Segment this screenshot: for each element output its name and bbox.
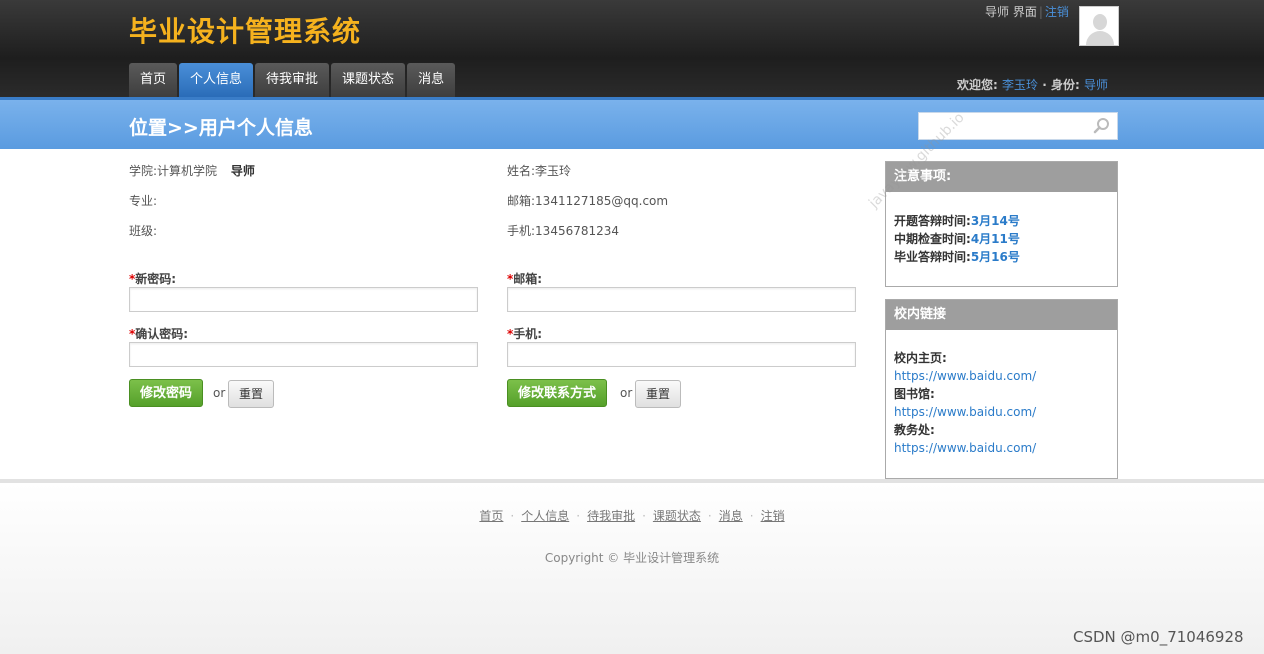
tab-topic-status[interactable]: 课题状态 — [331, 63, 406, 97]
role-area-label: 导师 界面 — [985, 5, 1037, 19]
divider: | — [1038, 5, 1043, 19]
notice-item-label: 中期检查时间: — [894, 232, 971, 246]
page-title: 位置>>用户个人信息 — [129, 117, 313, 139]
link-label: 校内主页: — [894, 351, 947, 365]
avatar-head-shape — [1093, 14, 1107, 30]
top-links: 导师 界面 | 注销 — [985, 3, 1069, 20]
major-info: 专业: — [129, 194, 158, 208]
location-bar: 位置>>用户个人信息 — [0, 97, 1264, 149]
notice-item-label: 毕业答辩时间: — [894, 250, 971, 264]
footer-link-home[interactable]: 首页 — [479, 509, 503, 523]
footer-separator: · — [642, 509, 646, 523]
or-text: or — [620, 386, 633, 400]
confirm-password-field[interactable] — [129, 342, 478, 367]
reset-password-button[interactable]: 重置 — [228, 380, 274, 408]
change-contact-button[interactable]: 修改联系方式 — [507, 379, 608, 407]
footer-separator: · — [510, 509, 515, 523]
avatar-body-shape — [1086, 31, 1114, 45]
tab-personal-info[interactable]: 个人信息 — [179, 63, 254, 97]
search-icon[interactable] — [1093, 117, 1111, 135]
role-value: 导师 — [230, 164, 255, 178]
email-label-text: 邮箱: — [513, 272, 543, 286]
notice-item-value: 3月14号 — [970, 214, 1020, 228]
confirm-password-label: *确认密码: — [129, 325, 188, 342]
logout-link[interactable]: 注销 — [1045, 5, 1069, 19]
notice-item-value: 5月16号 — [970, 250, 1020, 264]
email-field[interactable] — [507, 287, 856, 312]
new-password-label: *新密码: — [129, 270, 176, 287]
identity-value[interactable]: 导师 — [1084, 78, 1108, 92]
link-url[interactable]: https://www.baidu.com/ — [886, 367, 1117, 385]
campus-links-box: 校内链接 校内主页: https://www.baidu.com/ 图书馆: h… — [885, 299, 1118, 479]
email-label: *邮箱: — [507, 270, 542, 287]
notice-item-value: 4月11号 — [970, 232, 1020, 246]
footer-link-topic-status[interactable]: 课题状态 — [653, 509, 701, 523]
college-info: 学院:计算机学院 导师 — [129, 162, 255, 179]
link-label: 教务处: — [894, 423, 935, 437]
phone-info: 手机:13456781234 — [507, 224, 620, 238]
change-password-button[interactable]: 修改密码 — [129, 379, 204, 407]
tab-pending-approval[interactable]: 待我审批 — [255, 63, 330, 97]
app-title: 毕业设计管理系统 — [129, 15, 362, 48]
email-info: 邮箱:1341127185@qq.com — [507, 194, 669, 208]
csdn-tag: CSDN @m0_71046928 — [1073, 628, 1244, 646]
footer-link-messages[interactable]: 消息 — [719, 509, 743, 523]
welcome-bar: 欢迎您: 李玉玲 · 身份: 导师 — [957, 76, 1108, 93]
header: 毕业设计管理系统 导师 界面 | 注销 欢迎您: 李玉玲 · 身份: 导师 首页 个… — [0, 0, 1264, 97]
new-password-label-text: 新密码: — [135, 272, 177, 286]
footer-separator: · — [707, 509, 712, 523]
footer-separator: · — [576, 509, 581, 523]
tab-home[interactable]: 首页 — [129, 63, 178, 97]
class-info: 班级: — [129, 224, 158, 238]
college-value: 学院:计算机学院 — [129, 164, 218, 178]
new-password-field[interactable] — [129, 287, 478, 312]
identity-label: · 身份: — [1042, 78, 1080, 92]
or-text: or — [213, 386, 226, 400]
footer-link-pending-approval[interactable]: 待我审批 — [587, 509, 635, 523]
campus-links-heading: 校内链接 — [886, 300, 1117, 330]
confirm-password-label-text: 确认密码: — [135, 327, 189, 341]
welcome-label: 欢迎您: — [957, 78, 998, 92]
reset-contact-button[interactable]: 重置 — [635, 380, 681, 408]
tab-messages[interactable]: 消息 — [407, 63, 456, 97]
user-name[interactable]: 李玉玲 — [1002, 78, 1038, 92]
notice-item-label: 开题答辩时间: — [894, 214, 971, 228]
phone-field[interactable] — [507, 342, 856, 367]
notice-box: 注意事项: 开题答辩时间:3月14号 中期检查时间:4月11号 毕业答辩时间:5… — [885, 161, 1118, 287]
notice-item: 中期检查时间:4月11号 — [886, 230, 1117, 248]
name-info: 姓名:李玉玲 — [507, 164, 572, 178]
notice-item: 毕业答辩时间:5月16号 — [886, 248, 1117, 266]
notice-item: 开题答辩时间:3月14号 — [886, 212, 1117, 230]
footer-link-personal-info[interactable]: 个人信息 — [521, 509, 569, 523]
copyright: Copyright © 毕业设计管理系统 — [544, 551, 720, 565]
avatar[interactable] — [1079, 6, 1119, 46]
link-label: 图书馆: — [894, 387, 935, 401]
footer-nav: 首页 · 个人信息 · 待我审批 · 课题状态 · 消息 · 注销 — [0, 507, 1264, 524]
phone-label: *手机: — [507, 325, 542, 342]
footer-link-logout[interactable]: 注销 — [761, 509, 785, 523]
main-nav: 首页 个人信息 待我审批 课题状态 消息 — [129, 63, 456, 97]
link-url[interactable]: https://www.baidu.com/ — [886, 403, 1117, 421]
phone-label-text: 手机: — [513, 327, 543, 341]
link-url[interactable]: https://www.baidu.com/ — [886, 439, 1117, 457]
footer-separator: · — [749, 509, 754, 523]
